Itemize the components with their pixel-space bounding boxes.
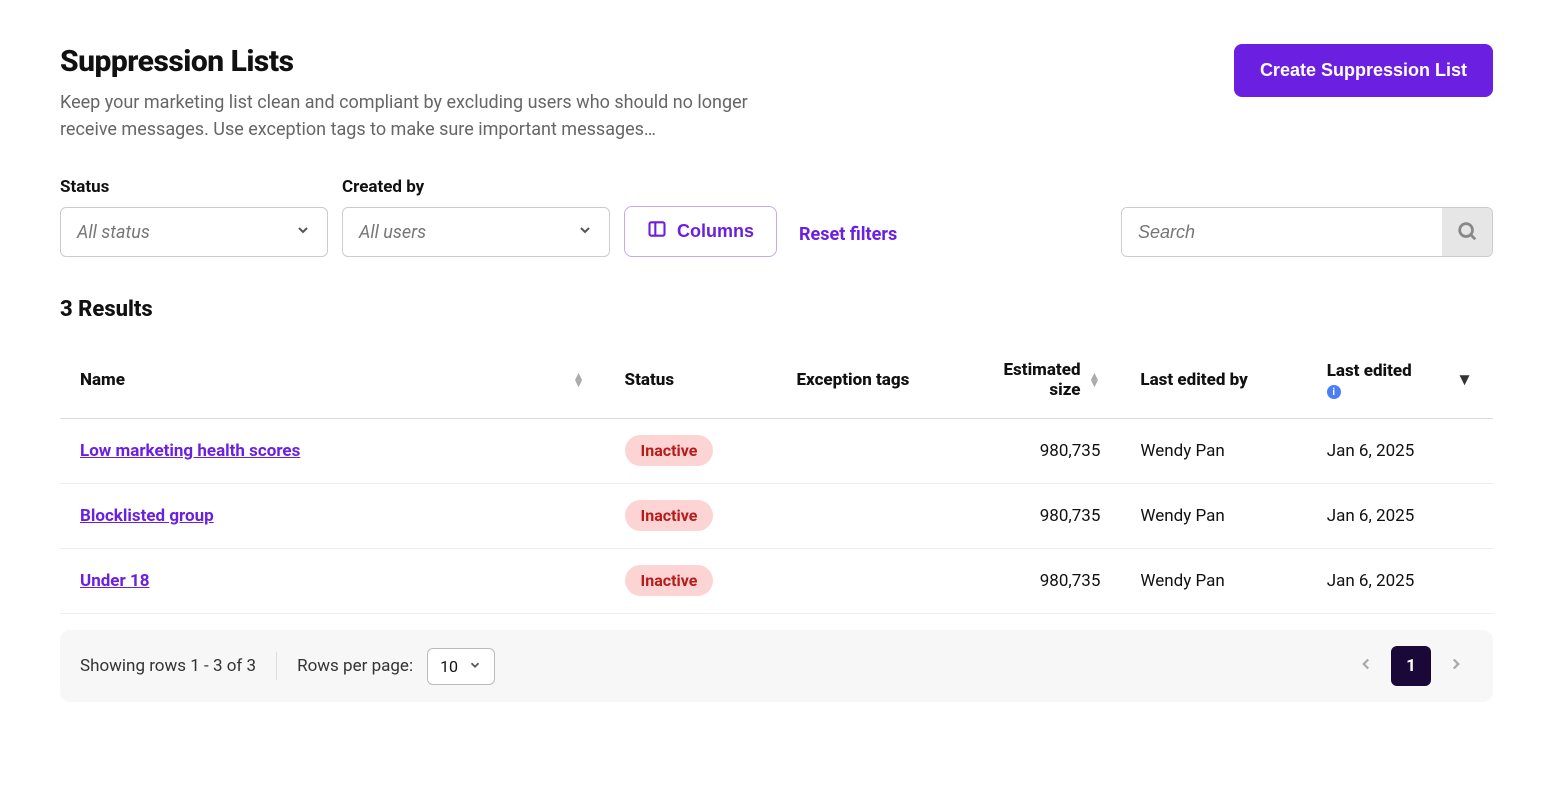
cell-exception-tags	[777, 484, 949, 549]
search-icon	[1456, 220, 1478, 245]
column-header-exception-tags[interactable]: Exception tags	[777, 342, 949, 419]
suppression-list-name-link[interactable]: Under 18	[80, 571, 149, 591]
pagination-bar: Showing rows 1 - 3 of 3 Rows per page: 1…	[60, 630, 1493, 702]
chevron-down-icon	[295, 222, 311, 243]
cell-estimated-size: 980,735	[948, 484, 1120, 549]
status-badge: Inactive	[625, 500, 714, 531]
columns-button-label: Columns	[677, 221, 754, 242]
suppression-lists-table: Name ▲▼ Status Exception tags Estimated …	[60, 342, 1493, 614]
caret-down-icon: ▼	[1456, 370, 1473, 390]
cell-last-edited: Jan 6, 2025	[1307, 549, 1493, 614]
results-count: 3 Results	[60, 297, 1493, 322]
cell-last-edited: Jan 6, 2025	[1307, 484, 1493, 549]
cell-estimated-size: 980,735	[948, 549, 1120, 614]
pagination-next-button[interactable]	[1439, 647, 1473, 685]
column-header-name[interactable]: Name ▲▼	[60, 342, 605, 419]
status-filter-label: Status	[60, 177, 328, 197]
cell-last-edited-by: Wendy Pan	[1120, 549, 1306, 614]
created-by-filter-select[interactable]: All users	[342, 207, 610, 257]
info-icon: i	[1327, 385, 1341, 399]
search-field-wrapper	[1121, 207, 1493, 257]
cell-estimated-size: 980,735	[948, 419, 1120, 484]
columns-icon	[647, 219, 667, 244]
status-badge: Inactive	[625, 435, 714, 466]
table-row: Low marketing health scores Inactive 980,7…	[60, 419, 1493, 484]
columns-button[interactable]: Columns	[624, 206, 777, 257]
column-header-last-edited-label: Last edited	[1327, 361, 1412, 381]
pagination-page-1[interactable]: 1	[1391, 646, 1431, 686]
page-header: Suppression Lists Keep your marketing li…	[60, 44, 1493, 143]
cell-last-edited: Jan 6, 2025	[1307, 419, 1493, 484]
created-by-filter-label: Created by	[342, 177, 610, 197]
status-badge: Inactive	[625, 565, 714, 596]
column-header-last-edited[interactable]: Last edited i ▼	[1307, 342, 1493, 419]
column-header-name-label: Name	[80, 370, 125, 390]
status-filter-value: All status	[77, 222, 150, 243]
table-row: Blocklisted group Inactive 980,735Wendy Pa…	[60, 484, 1493, 549]
rows-per-page-value: 10	[440, 657, 458, 676]
suppression-list-name-link[interactable]: Blocklisted group	[80, 506, 214, 526]
column-header-status[interactable]: Status	[605, 342, 777, 419]
column-header-last-edited-by[interactable]: Last edited by	[1120, 342, 1306, 419]
pagination-showing-text: Showing rows 1 - 3 of 3	[80, 656, 256, 676]
sort-icon: ▲▼	[1089, 373, 1101, 387]
rows-per-page-select[interactable]: 10	[427, 648, 495, 685]
status-filter-select[interactable]: All status	[60, 207, 328, 257]
created-by-filter-value: All users	[359, 222, 426, 243]
page-title: Suppression Lists	[60, 44, 760, 79]
pagination-prev-button[interactable]	[1349, 647, 1383, 685]
cell-exception-tags	[777, 549, 949, 614]
page-subtitle: Keep your marketing list clean and compl…	[60, 89, 760, 143]
suppression-list-name-link[interactable]: Low marketing health scores	[80, 441, 300, 461]
cell-exception-tags	[777, 419, 949, 484]
chevron-down-icon	[577, 222, 593, 243]
cell-last-edited-by: Wendy Pan	[1120, 484, 1306, 549]
column-header-estimated-size[interactable]: Estimated size ▲▼	[948, 342, 1120, 419]
chevron-down-icon	[468, 657, 482, 676]
reset-filters-link[interactable]: Reset filters	[791, 212, 905, 257]
sort-icon: ▲▼	[573, 373, 585, 387]
rows-per-page-label: Rows per page:	[297, 656, 413, 676]
column-header-estimated-size-label: Estimated size	[968, 360, 1080, 400]
filter-bar: Status All status Created by All users C…	[60, 177, 1493, 257]
create-suppression-list-button[interactable]: Create Suppression List	[1234, 44, 1493, 97]
search-input[interactable]	[1122, 208, 1442, 256]
search-button[interactable]	[1442, 208, 1492, 256]
table-row: Under 18 Inactive 980,735Wendy PanJan 6, 2…	[60, 549, 1493, 614]
divider	[276, 652, 277, 680]
cell-last-edited-by: Wendy Pan	[1120, 419, 1306, 484]
